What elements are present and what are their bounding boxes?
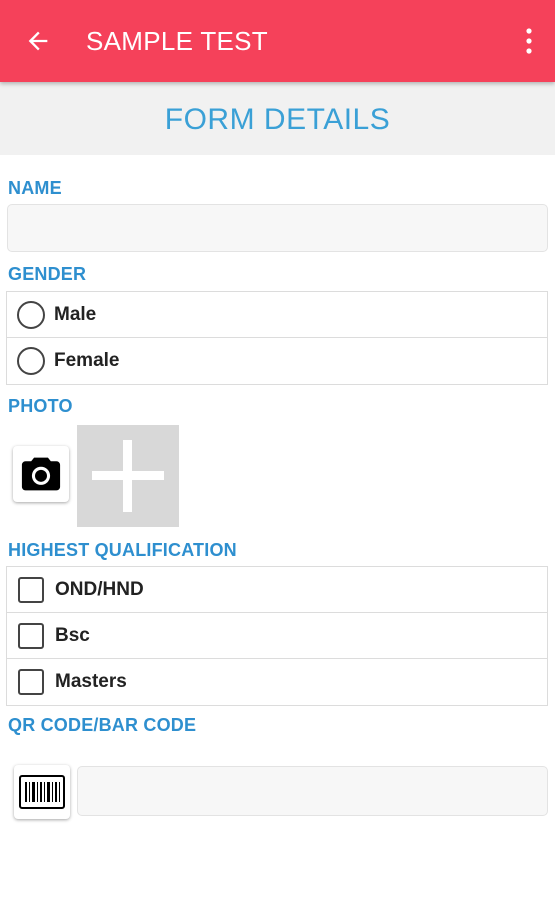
barcode-scan-button[interactable] (14, 765, 70, 819)
gender-label: GENDER (8, 264, 87, 284)
gender-option-female[interactable]: Female (7, 338, 547, 384)
plus-icon-vertical (123, 440, 132, 512)
radio-button-icon[interactable] (17, 300, 45, 329)
code-label: QR CODE/BAR CODE (8, 715, 197, 735)
code-input[interactable] (77, 766, 548, 816)
photo-label: PHOTO (8, 396, 73, 416)
checkbox-icon[interactable] (18, 576, 44, 603)
checkbox-icon[interactable] (18, 622, 44, 649)
name-label: NAME (8, 178, 62, 198)
qualification-option-bsc[interactable]: Bsc (7, 613, 547, 659)
radio-button-icon[interactable] (17, 347, 45, 375)
checkbox-icon[interactable] (18, 669, 44, 695)
gender-option-label: Female (54, 350, 120, 371)
app-bar: SAMPLE TEST (0, 0, 555, 82)
qualification-checkbox-group: OND/HND Bsc Masters (6, 566, 548, 706)
app-title: SAMPLE TEST (86, 26, 268, 56)
gender-option-male[interactable]: Male (7, 292, 547, 338)
qualification-option-ond-hnd[interactable]: OND/HND (7, 567, 547, 613)
form-title: FORM DETAILS (164, 103, 391, 136)
arrow-back-icon[interactable] (24, 27, 52, 55)
qualification-option-label: Bsc (55, 624, 90, 646)
form-header: FORM DETAILS (0, 82, 555, 155)
qualification-option-label: OND/HND (55, 578, 144, 600)
qualification-option-masters[interactable]: Masters (7, 659, 547, 705)
camera-icon (21, 457, 61, 491)
qualification-label: HIGHEST QUALIFICATION (8, 540, 237, 560)
qualification-option-label: Masters (55, 671, 127, 692)
camera-button[interactable] (13, 446, 69, 502)
barcode-icon (19, 775, 65, 809)
more-vert-icon[interactable] (523, 27, 535, 55)
name-input[interactable] (7, 204, 548, 252)
photo-placeholder[interactable] (77, 425, 179, 527)
gender-radio-group: Male Female (6, 291, 548, 385)
gender-option-label: Male (54, 303, 97, 325)
